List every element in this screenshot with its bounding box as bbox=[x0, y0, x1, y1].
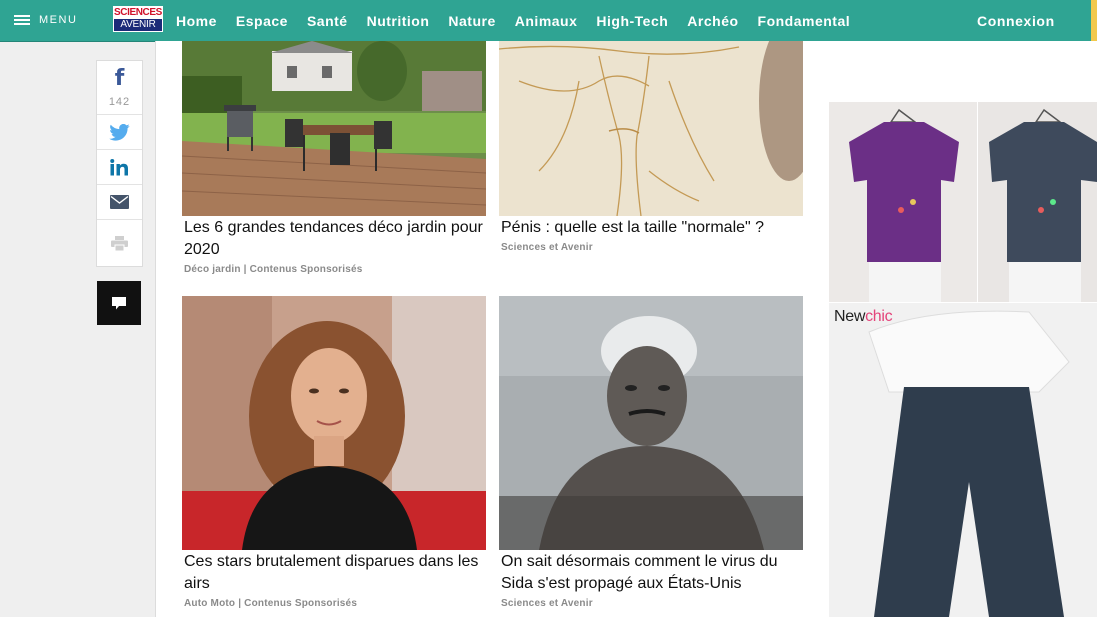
print-icon bbox=[111, 235, 128, 251]
article-card-stars-disparues[interactable]: Ces stars brutalement disparues dans les… bbox=[182, 296, 486, 609]
ad-brand-logo: Newchic bbox=[834, 308, 893, 325]
accent-strip bbox=[1091, 0, 1097, 41]
menu-button[interactable]: MENU bbox=[14, 12, 77, 28]
article-thumbnail-deck[interactable] bbox=[182, 41, 486, 216]
facebook-share-count: 142 bbox=[108, 95, 131, 108]
nav-animaux[interactable]: Animaux bbox=[515, 13, 578, 29]
facebook-share-button[interactable]: f 142 bbox=[97, 61, 142, 115]
nav-home[interactable]: Home bbox=[176, 13, 217, 29]
ad-product-images[interactable]: Newchic bbox=[829, 102, 1097, 617]
article-title[interactable]: Les 6 grandes tendances déco jardin pour… bbox=[182, 217, 486, 261]
article-thumbnail-portrait[interactable] bbox=[182, 296, 486, 550]
article-thumbnail-bw-photo[interactable] bbox=[499, 296, 803, 550]
hamburger-icon bbox=[14, 15, 30, 25]
nav-archeo[interactable]: Archéo bbox=[687, 13, 738, 29]
site-logo[interactable]: SCIENCES AVENIR bbox=[113, 6, 163, 32]
bw-photo-image bbox=[499, 296, 803, 550]
logo-line1: SCIENCES bbox=[114, 7, 162, 18]
top-navigation-bar: MENU SCIENCES AVENIR Home Espace Santé N… bbox=[0, 0, 1097, 42]
article-card-deco-jardin[interactable]: Les 6 grandes tendances déco jardin pour… bbox=[182, 41, 486, 275]
linkedin-icon bbox=[110, 158, 128, 175]
article-source: Déco jardin | Contenus Sponsorisés bbox=[184, 264, 363, 275]
sketch-image bbox=[499, 41, 803, 216]
nav-high-tech[interactable]: High-Tech bbox=[596, 13, 668, 29]
comments-button[interactable] bbox=[97, 281, 141, 325]
linkedin-share-button[interactable] bbox=[97, 150, 142, 185]
login-link[interactable]: Connexion bbox=[977, 13, 1055, 29]
nav-nutrition[interactable]: Nutrition bbox=[367, 13, 430, 29]
sponsored-content-grid: Les 6 grandes tendances déco jardin pour… bbox=[155, 41, 831, 617]
print-button[interactable] bbox=[97, 220, 142, 266]
nav-sante[interactable]: Santé bbox=[307, 13, 348, 29]
nav-nature[interactable]: Nature bbox=[448, 13, 495, 29]
twitter-icon bbox=[109, 123, 130, 141]
comment-icon bbox=[112, 296, 126, 309]
article-card-taille-normale[interactable]: Pénis : quelle est la taille "normale" ?… bbox=[499, 41, 803, 253]
article-title[interactable]: Pénis : quelle est la taille "normale" ? bbox=[499, 217, 803, 239]
article-card-virus-sida[interactable]: On sait désormais comment le virus du Si… bbox=[499, 296, 803, 609]
twitter-share-button[interactable] bbox=[97, 115, 142, 150]
main-nav: Home Espace Santé Nutrition Nature Anima… bbox=[176, 13, 869, 29]
nav-espace[interactable]: Espace bbox=[236, 13, 288, 29]
facebook-icon: f bbox=[114, 65, 125, 91]
article-source: Sciences et Avenir bbox=[501, 242, 593, 253]
advertisement[interactable]: Newchic bbox=[829, 41, 1097, 617]
clothing-ad-image bbox=[829, 102, 1097, 617]
article-source: Sciences et Avenir bbox=[501, 598, 593, 609]
article-title[interactable]: On sait désormais comment le virus du Si… bbox=[499, 551, 803, 595]
portrait-image bbox=[182, 296, 486, 550]
mail-icon bbox=[110, 195, 129, 209]
article-title[interactable]: Ces stars brutalement disparues dans les… bbox=[182, 551, 486, 595]
logo-line2: AVENIR bbox=[114, 19, 162, 31]
article-thumbnail-sketch[interactable] bbox=[499, 41, 803, 216]
share-rail: f 142 bbox=[96, 60, 143, 267]
menu-label: MENU bbox=[39, 14, 78, 26]
article-source: Auto Moto | Contenus Sponsorisés bbox=[184, 598, 358, 609]
garden-deck-image bbox=[182, 41, 486, 216]
nav-fondamental[interactable]: Fondamental bbox=[758, 13, 851, 29]
mail-share-button[interactable] bbox=[97, 185, 142, 220]
